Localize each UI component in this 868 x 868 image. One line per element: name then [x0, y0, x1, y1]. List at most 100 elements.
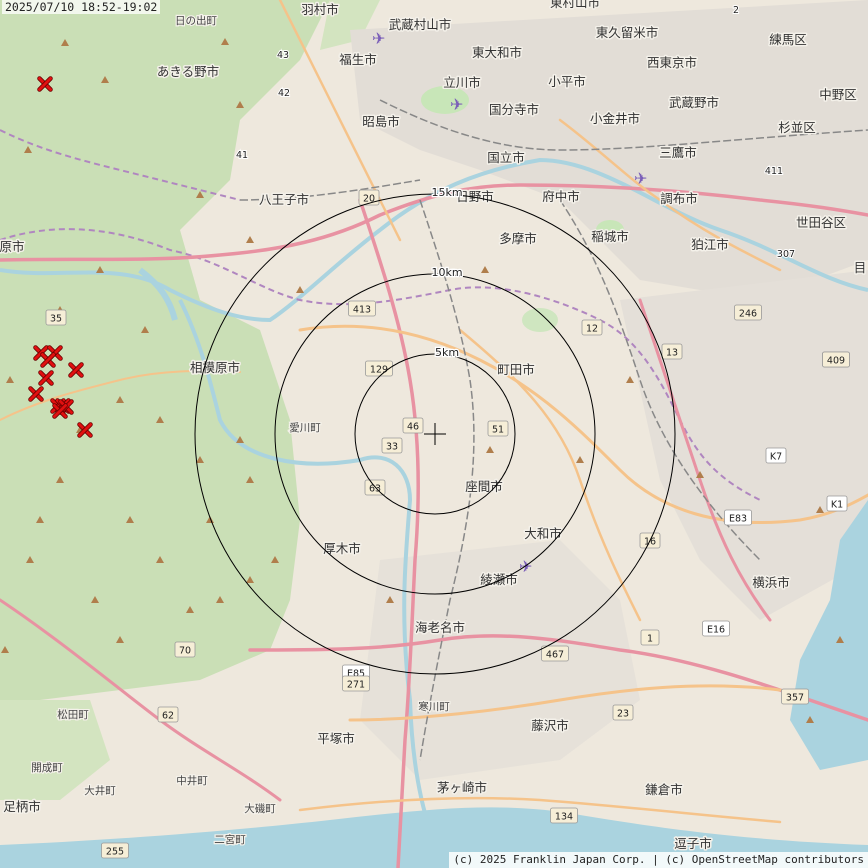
- svg-text:51: 51: [492, 425, 504, 436]
- route-shield: E16: [702, 620, 730, 637]
- route-shield: 70: [174, 641, 196, 658]
- route-shield: 413: [348, 300, 376, 317]
- svg-text:62: 62: [162, 711, 174, 722]
- svg-text:23: 23: [617, 709, 629, 720]
- svg-text:467: 467: [546, 650, 564, 661]
- route-number: 307: [777, 249, 795, 260]
- route-shield: 255: [101, 842, 129, 859]
- route-shield: 12: [581, 319, 603, 336]
- city-label: 寒川町: [418, 700, 450, 713]
- route-shield: 13: [661, 343, 683, 360]
- city-label: 国分寺市: [489, 102, 539, 117]
- city-label: 日の出町: [175, 14, 217, 27]
- svg-text:K7: K7: [770, 452, 782, 463]
- city-label: 稲城市: [591, 229, 629, 244]
- city-label: 横浜市: [752, 575, 790, 590]
- svg-text:K1: K1: [831, 500, 843, 511]
- airplane-icon: ✈: [450, 95, 463, 114]
- airplane-icon: ✈: [372, 29, 385, 48]
- airplane-icon: ✈: [634, 169, 647, 188]
- route-number: 43: [277, 50, 289, 61]
- route-shield: 467: [541, 645, 569, 662]
- city-label: 多摩市: [499, 231, 537, 246]
- city-label: 茅ヶ崎市: [437, 780, 487, 795]
- city-label: 狛江市: [691, 237, 729, 252]
- svg-text:✈: ✈: [634, 169, 647, 188]
- svg-text:134: 134: [555, 812, 573, 823]
- svg-text:63: 63: [369, 484, 381, 495]
- city-label: あきる野市: [157, 64, 219, 79]
- city-label: 昭島市: [362, 114, 400, 129]
- city-label: 羽村市: [301, 2, 339, 17]
- city-label: 三鷹市: [659, 145, 697, 160]
- map-attribution[interactable]: (c) 2025 Franklin Japan Corp. | (c) Open…: [449, 852, 868, 868]
- city-label: 鎌倉市: [645, 782, 683, 797]
- ring-label: 10km: [431, 266, 462, 279]
- route-shield: 246: [734, 304, 762, 321]
- city-label: 東大和市: [472, 45, 522, 60]
- route-number: 42: [278, 88, 290, 99]
- city-label: 八王子市: [259, 192, 309, 207]
- svg-text:✈: ✈: [372, 29, 385, 48]
- route-shield: 35: [45, 309, 67, 326]
- svg-text:413: 413: [353, 305, 371, 316]
- route-shield: 23: [612, 704, 634, 721]
- route-shield: K7: [765, 447, 787, 464]
- svg-text:12: 12: [586, 324, 598, 335]
- route-shield: 357: [781, 688, 809, 705]
- city-label: 目: [854, 260, 867, 275]
- svg-text:409: 409: [827, 356, 845, 367]
- city-label: 府中市: [542, 189, 580, 204]
- route-shield: 409: [822, 351, 850, 368]
- city-label: 開成町: [31, 762, 63, 774]
- city-label: 福生市: [339, 52, 377, 67]
- lightning-map[interactable]: ✈ ✈ ✈ ✈ 43424141312946511213246409K7E83K…: [0, 0, 868, 868]
- observation-timestamp: 2025/07/10 18:52-19:02: [2, 0, 161, 14]
- city-label: 松田町: [57, 708, 89, 721]
- route-number: 411: [765, 166, 783, 177]
- city-label: 原市: [0, 239, 25, 254]
- svg-text:70: 70: [179, 646, 191, 657]
- svg-text:33: 33: [386, 442, 398, 453]
- svg-text:46: 46: [407, 422, 419, 433]
- route-shield: 46: [402, 417, 424, 434]
- city-label: 小金井市: [590, 111, 640, 126]
- route-shield: 271: [342, 675, 370, 692]
- svg-text:13: 13: [666, 348, 678, 359]
- city-label: 二宮町: [214, 833, 246, 846]
- svg-text:16: 16: [644, 537, 656, 548]
- city-label: 大磯町: [244, 802, 276, 815]
- route-shield: 33: [381, 437, 403, 454]
- route-shield: 62: [157, 706, 179, 723]
- city-label: 足柄市: [3, 799, 41, 814]
- city-label: 平塚市: [317, 731, 355, 746]
- city-label: 大井町: [84, 784, 116, 797]
- svg-text:1: 1: [647, 634, 653, 645]
- svg-text:E16: E16: [707, 625, 725, 636]
- route-shield: 51: [487, 420, 509, 437]
- airplane-icon: ✈: [519, 557, 532, 576]
- svg-text:E83: E83: [729, 514, 747, 525]
- ring-label: 15km: [431, 186, 462, 199]
- city-label: 立川市: [443, 75, 481, 90]
- city-label: 愛川町: [289, 421, 321, 434]
- route-number: 41: [236, 150, 248, 161]
- city-label: 武蔵野市: [669, 95, 719, 110]
- city-label: 西東京市: [647, 55, 697, 70]
- svg-text:271: 271: [347, 680, 365, 691]
- svg-text:357: 357: [786, 693, 804, 704]
- route-shield: 134: [550, 807, 578, 824]
- city-label: 武蔵村山市: [389, 17, 452, 32]
- city-label: 国立市: [487, 150, 525, 165]
- city-label: 町田市: [497, 362, 535, 377]
- svg-text:35: 35: [50, 314, 62, 325]
- svg-text:✈: ✈: [519, 557, 532, 576]
- city-label: 小平市: [548, 74, 586, 89]
- route-shield: E83: [724, 509, 752, 526]
- route-number: 2: [733, 5, 739, 16]
- city-label: 藤沢市: [531, 718, 569, 733]
- city-label: 東久留米市: [596, 25, 659, 40]
- city-label: 中野区: [819, 87, 857, 102]
- svg-text:✈: ✈: [450, 95, 463, 114]
- city-label: 海老名市: [415, 620, 465, 635]
